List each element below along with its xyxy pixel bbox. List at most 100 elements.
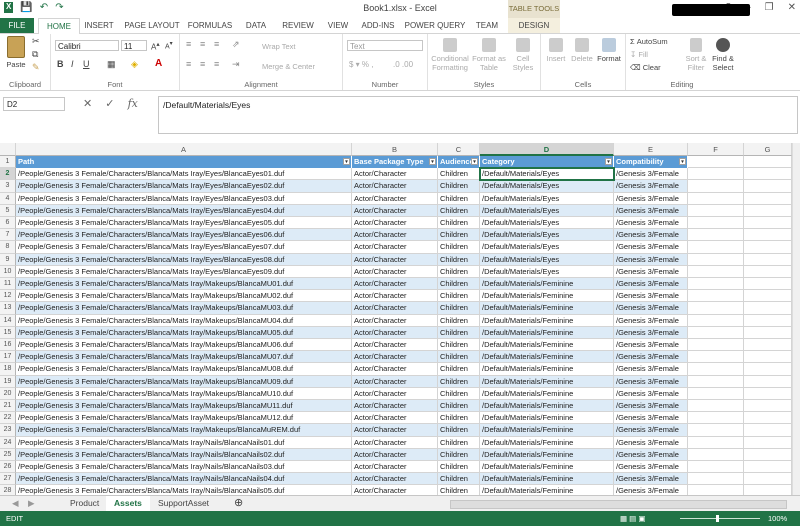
empty-cell[interactable] <box>688 424 744 437</box>
table-cell[interactable]: /Genesis 3/Female <box>614 217 688 230</box>
empty-cell[interactable] <box>744 363 792 376</box>
align-center-icon[interactable]: ≡ <box>200 60 205 69</box>
table-cell[interactable]: /Default/Materials/Eyes <box>480 229 614 242</box>
bottom-align-icon[interactable]: ≡ <box>214 40 219 49</box>
table-cell[interactable]: /People/Genesis 3 Female/Characters/Blan… <box>16 217 352 230</box>
bold-button[interactable]: B <box>57 60 64 69</box>
empty-cell[interactable] <box>688 339 744 352</box>
table-cell[interactable]: Actor/Character <box>352 375 438 388</box>
table-cell[interactable]: /People/Genesis 3 Female/Characters/Blan… <box>16 339 352 352</box>
table-cell[interactable]: Children <box>438 265 480 278</box>
table-cell[interactable]: /Default/Materials/Eyes <box>480 204 614 217</box>
table-cell[interactable]: /Default/Materials/Eyes <box>480 217 614 230</box>
table-cell[interactable]: Children <box>438 217 480 230</box>
indent-icon[interactable]: ⇥ <box>232 60 240 69</box>
empty-cell[interactable] <box>744 473 792 486</box>
table-cell[interactable]: /Genesis 3/Female <box>614 192 688 205</box>
empty-cell[interactable] <box>688 156 744 169</box>
column-header-g[interactable]: G <box>744 143 792 156</box>
shrink-font-icon[interactable]: A▾ <box>165 40 173 51</box>
table-cell[interactable]: /Default/Materials/Eyes <box>480 253 614 266</box>
table-cell[interactable]: Children <box>438 241 480 254</box>
empty-cell[interactable] <box>744 375 792 388</box>
table-cell[interactable]: /Genesis 3/Female <box>614 168 688 181</box>
table-cell[interactable]: /Default/Materials/Feminine <box>480 387 614 400</box>
table-cell[interactable]: /Genesis 3/Female <box>614 339 688 352</box>
table-cell[interactable]: Actor/Character <box>352 400 438 413</box>
row-header-6[interactable]: 6 <box>0 217 16 230</box>
table-cell[interactable]: Actor/Character <box>352 339 438 352</box>
empty-cell[interactable] <box>688 375 744 388</box>
zoom-slider-thumb[interactable] <box>716 515 719 522</box>
table-cell[interactable]: /People/Genesis 3 Female/Characters/Blan… <box>16 448 352 461</box>
row-header-4[interactable]: 4 <box>0 192 16 205</box>
empty-cell[interactable] <box>744 180 792 193</box>
table-cell[interactable]: /Default/Materials/Feminine <box>480 461 614 474</box>
table-cell[interactable]: /Genesis 3/Female <box>614 302 688 315</box>
table-cell[interactable]: /Genesis 3/Female <box>614 363 688 376</box>
empty-cell[interactable] <box>688 473 744 486</box>
table-cell[interactable]: Children <box>438 375 480 388</box>
formula-input[interactable]: /Default/Materials/Eyes <box>158 96 798 134</box>
empty-cell[interactable] <box>744 412 792 425</box>
empty-cell[interactable] <box>744 461 792 474</box>
row-header-13[interactable]: 13 <box>0 302 16 315</box>
table-cell[interactable]: Children <box>438 436 480 449</box>
table-cell[interactable]: Children <box>438 290 480 303</box>
table-cell[interactable]: /Default/Materials/Feminine <box>480 485 614 495</box>
empty-cell[interactable] <box>688 180 744 193</box>
empty-cell[interactable] <box>688 192 744 205</box>
autosum-button[interactable]: Σ AutoSum <box>630 37 668 46</box>
empty-cell[interactable] <box>688 278 744 291</box>
empty-cell[interactable] <box>744 241 792 254</box>
empty-cell[interactable] <box>744 339 792 352</box>
table-cell[interactable]: /People/Genesis 3 Female/Characters/Blan… <box>16 253 352 266</box>
table-cell[interactable]: /Default/Materials/Feminine <box>480 448 614 461</box>
table-cell[interactable]: /Genesis 3/Female <box>614 448 688 461</box>
decimal-icon[interactable]: .0 .00 <box>393 60 413 69</box>
column-header-f[interactable]: F <box>688 143 744 156</box>
empty-cell[interactable] <box>688 290 744 303</box>
tab-page-layout[interactable]: PAGE LAYOUT <box>122 18 182 33</box>
table-cell[interactable]: Children <box>438 400 480 413</box>
empty-cell[interactable] <box>688 241 744 254</box>
table-cell[interactable]: Actor/Character <box>352 192 438 205</box>
table-cell[interactable]: /People/Genesis 3 Female/Characters/Blan… <box>16 363 352 376</box>
empty-cell[interactable] <box>744 192 792 205</box>
table-cell[interactable]: Children <box>438 192 480 205</box>
wrap-text-button[interactable]: Wrap Text <box>262 42 296 51</box>
empty-cell[interactable] <box>744 278 792 291</box>
empty-cell[interactable] <box>688 253 744 266</box>
empty-cell[interactable] <box>688 448 744 461</box>
empty-cell[interactable] <box>744 156 792 169</box>
table-cell[interactable]: /People/Genesis 3 Female/Characters/Blan… <box>16 400 352 413</box>
table-cell[interactable]: /Genesis 3/Female <box>614 290 688 303</box>
table-cell[interactable]: Children <box>438 180 480 193</box>
row-header-17[interactable]: 17 <box>0 351 16 364</box>
table-cell[interactable]: Children <box>438 363 480 376</box>
tab-review[interactable]: REVIEW <box>278 18 318 33</box>
name-box[interactable]: D2 <box>3 97 65 111</box>
tab-team[interactable]: TEAM <box>470 18 504 33</box>
table-cell[interactable]: Children <box>438 351 480 364</box>
table-cell[interactable]: /People/Genesis 3 Female/Characters/Blan… <box>16 192 352 205</box>
table-cell[interactable]: Actor/Character <box>352 326 438 339</box>
table-header-cell[interactable]: Base Package Type ▾ <box>352 156 438 169</box>
table-cell[interactable]: /Genesis 3/Female <box>614 314 688 327</box>
format-as-table-button[interactable]: Format as Table <box>472 38 506 72</box>
column-header-b[interactable]: B <box>352 143 438 156</box>
font-name-select[interactable]: Calibri <box>55 40 119 51</box>
table-cell[interactable]: /Genesis 3/Female <box>614 412 688 425</box>
table-cell[interactable]: /Genesis 3/Female <box>614 400 688 413</box>
horizontal-scrollbar[interactable] <box>450 500 787 509</box>
tab-view[interactable]: VIEW <box>322 18 354 33</box>
empty-cell[interactable] <box>688 351 744 364</box>
vertical-scrollbar[interactable] <box>792 143 800 495</box>
table-cell[interactable]: /Default/Materials/Feminine <box>480 412 614 425</box>
row-header-2[interactable]: 2 <box>0 168 16 181</box>
empty-cell[interactable] <box>744 436 792 449</box>
empty-cell[interactable] <box>688 204 744 217</box>
tab-file[interactable]: FILE <box>0 18 34 33</box>
table-cell[interactable]: /Default/Materials/Feminine <box>480 375 614 388</box>
filter-dropdown-icon[interactable]: ▾ <box>343 158 350 165</box>
